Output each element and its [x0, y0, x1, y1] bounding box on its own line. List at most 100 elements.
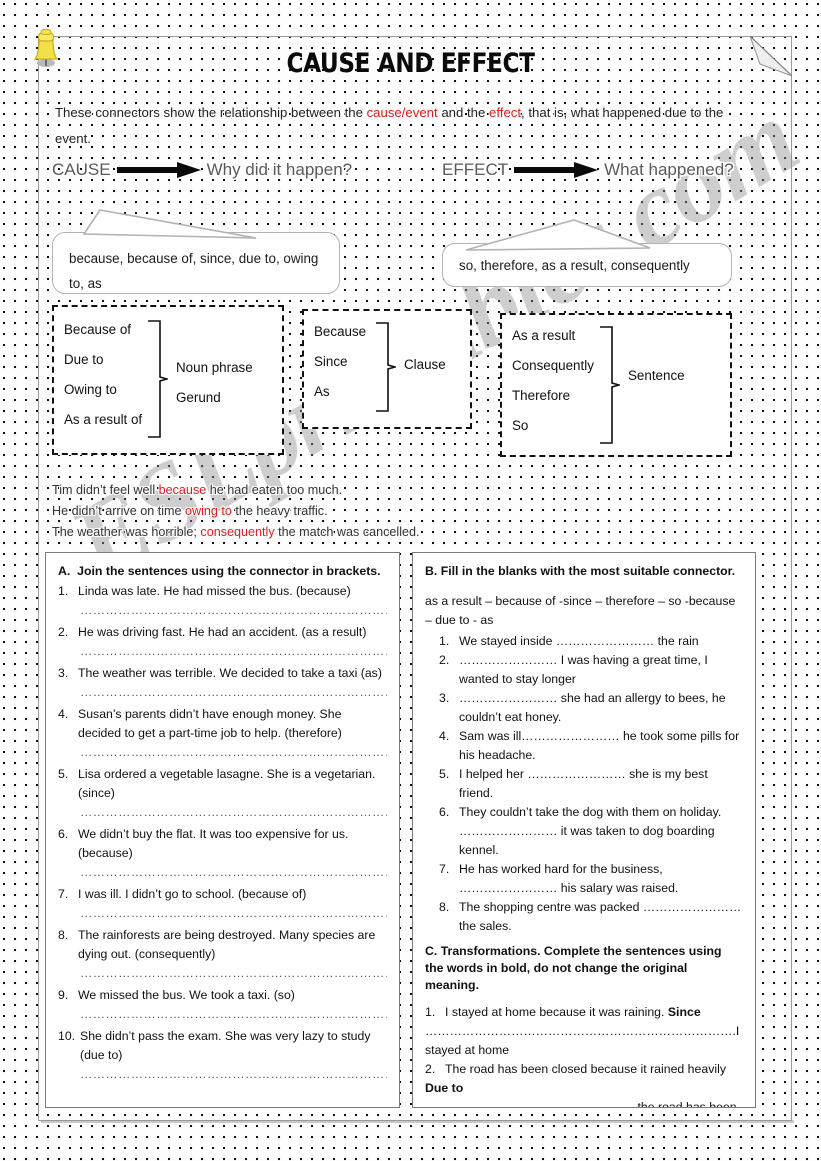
item-bold-word: Due to	[425, 1081, 464, 1095]
answer-line[interactable]: ……………………………………………………………………………	[80, 804, 387, 821]
answer-line[interactable]: ……………………………………………………………………………	[80, 1006, 387, 1023]
item-text[interactable]: They couldn’t take the dog with them on …	[459, 803, 743, 860]
item-text: The road has been closed because it rain…	[445, 1062, 726, 1076]
effect-label: EFFECT	[442, 160, 509, 179]
example-connector: consequently	[200, 525, 275, 539]
item-text: Linda was late. He had missed the bus. (…	[78, 584, 351, 598]
item-number: 2.	[58, 625, 69, 639]
item-number: 3.	[58, 666, 69, 680]
answer-line[interactable]: …………………………………………… the road has been clos…	[425, 1098, 743, 1108]
item-number: 6.	[439, 805, 450, 819]
item-number: 1.	[439, 634, 450, 648]
cause-effect-flow-row: CAUSE Why did it happen? EFFECT What hap…	[52, 160, 772, 194]
item-number: 1.	[58, 584, 69, 598]
cause-connectors-text: because, because of, since, due to, owin…	[69, 251, 319, 291]
item-text[interactable]: He has worked hard for the business, …………	[459, 860, 743, 898]
answer-dots: ……………………………………………	[425, 1100, 638, 1108]
brace-icon	[148, 320, 168, 438]
answer-line[interactable]: ……………………………………………………………………………	[80, 643, 387, 660]
item-bold-word: Since	[667, 1005, 701, 1019]
list-item: 3. The weather was terrible. We decided …	[58, 664, 387, 683]
arrow-right-icon	[514, 162, 599, 178]
brace-icon	[600, 326, 620, 444]
bubble-tail-cause-icon	[82, 209, 257, 239]
example-after: the match was cancelled.	[274, 525, 420, 539]
item-number: 10.	[58, 1029, 76, 1043]
answer-line[interactable]: ……………………………………………………………………………	[80, 684, 387, 701]
list-item: 8. The rainforests are being destroyed. …	[58, 926, 387, 964]
brace-icon	[376, 322, 396, 412]
answer-line[interactable]: ……………………………………………………………………………	[80, 602, 387, 619]
list-item: 2. The road has been closed because it r…	[425, 1060, 743, 1079]
cause-flow-group: CAUSE Why did it happen?	[52, 160, 352, 180]
item-text[interactable]: I helped her …………………… she is my best fri…	[459, 765, 743, 803]
answer-line[interactable]: ……………………………………………………………………………	[80, 744, 387, 761]
list-item: 2. …………………… I was having a great time, I…	[439, 651, 743, 689]
grammar-item: Due to	[64, 352, 104, 367]
answer-line[interactable]: ……………………………………………………………………………	[80, 905, 387, 922]
item-text: I was ill. I didn’t go to school. (becau…	[78, 887, 307, 901]
answer-line[interactable]: ……………………………………………………………………………	[80, 965, 387, 982]
arrow-right-icon	[116, 162, 201, 178]
example-before: Tim didn’t feel well	[52, 483, 159, 497]
item-text: Lisa ordered a vegetable lasagne. She is…	[78, 767, 376, 800]
example-connector: owing to	[185, 504, 232, 518]
example-sentence: He didn’t arrive on time owing to the he…	[52, 501, 772, 522]
list-item: 6. We didn’t buy the flat. It was too ex…	[58, 825, 387, 863]
item-text: He was driving fast. He had an accident.…	[78, 625, 367, 639]
item-text: I stayed at home because it was raining.…	[445, 1003, 743, 1022]
grammar-result: Noun phrase	[176, 360, 253, 375]
list-item: 2. He was driving fast. He had an accide…	[58, 623, 387, 642]
exercise-b-heading: B. Fill in the blanks with the most suit…	[425, 564, 736, 578]
example-before: The weather was horrible;	[52, 525, 201, 539]
intro-highlight-effect: effect	[489, 105, 522, 120]
page-title: CAUSE AND EFFECT	[286, 48, 535, 79]
item-text: We didn’t buy the flat. It was too expen…	[78, 827, 349, 860]
effect-flow-group: EFFECT What happened?	[442, 160, 734, 180]
answer-dots: ………………………………………………………………….	[425, 1024, 736, 1038]
item-text: The weather was terrible. We decided to …	[78, 666, 382, 680]
grammar-box-3-connectors: As a result Consequently Therefore So	[512, 321, 594, 441]
grammar-item: Consequently	[512, 358, 594, 373]
example-before: He didn’t arrive on time	[52, 504, 185, 518]
item-number: 7.	[58, 887, 69, 901]
grammar-box-clause: Because Since As Clause	[302, 309, 472, 429]
item-number: 5.	[439, 767, 450, 781]
item-number: 8.	[439, 900, 450, 914]
item-text: We missed the bus. We took a taxi. (so)	[78, 988, 295, 1002]
list-item: 6. They couldn’t take the dog with them …	[439, 803, 743, 860]
item-number: 1.	[425, 1005, 436, 1019]
answer-line[interactable]: ……………………………………………………………………………	[80, 864, 387, 881]
bubble-tail-effect-icon	[465, 219, 651, 251]
item-number: 4.	[58, 707, 69, 721]
exercise-a-box: A. Join the sentences using the connecto…	[45, 552, 400, 1108]
exercise-a-heading-text: Join the sentences using the connector i…	[77, 564, 381, 578]
item-number: 2.	[439, 653, 450, 667]
item-text[interactable]: …………………… I was having a great time, I wa…	[459, 651, 743, 689]
exercise-bc-box: B. Fill in the blanks with the most suit…	[412, 552, 756, 1108]
list-item: 8. The shopping centre was packed …………………	[439, 898, 743, 936]
example-after: the heavy traffic.	[231, 504, 328, 518]
exercise-a-heading: A. Join the sentences using the connecto…	[58, 563, 387, 580]
item-text[interactable]: We stayed inside …………………… the rain	[459, 632, 743, 651]
list-item: 4. Susan’s parents didn’t have enough mo…	[58, 705, 387, 743]
item-number: 2.	[425, 1062, 436, 1076]
answer-line[interactable]: ………………………………………………………………….I stayed at ho…	[425, 1022, 743, 1060]
grammar-item: Owing to	[64, 382, 117, 397]
item-bold-word-row: Due to	[425, 1079, 743, 1098]
item-number: 4.	[439, 729, 450, 743]
grammar-item: So	[512, 418, 529, 433]
item-text[interactable]: …………………… she had an allergy to bees, he …	[459, 689, 743, 727]
item-text[interactable]: The shopping centre was packed ……………………t…	[459, 898, 743, 936]
list-item: 1. Linda was late. He had missed the bus…	[58, 582, 387, 601]
item-text: Susan’s parents didn’t have enough money…	[78, 707, 342, 740]
example-connector: because	[158, 483, 207, 497]
answer-line[interactable]: ……………………………………………………………………………	[80, 1066, 387, 1083]
pushpin-icon	[33, 29, 59, 67]
grammar-item: Since	[314, 354, 348, 369]
list-item: 9. We missed the bus. We took a taxi. (s…	[58, 986, 387, 1005]
item-text: She didn’t pass the exam. She was very l…	[80, 1029, 371, 1062]
item-number: 6.	[58, 827, 69, 841]
item-text[interactable]: Sam was ill…………………… he took some pills f…	[459, 727, 743, 765]
example-after: he had eaten too much.	[206, 483, 343, 497]
